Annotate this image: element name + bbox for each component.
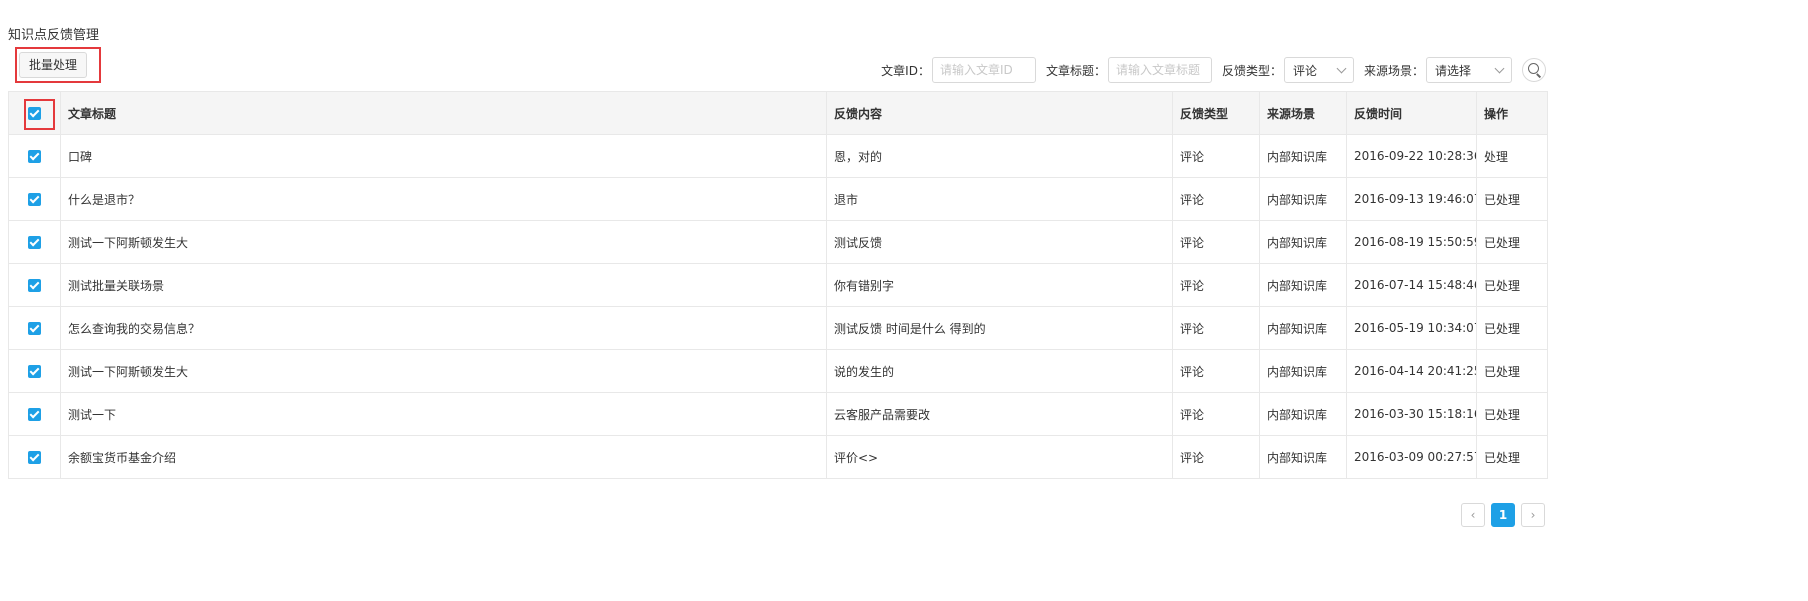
source-scene-select[interactable]: 请选择 — [1426, 57, 1512, 83]
column-header-source: 来源场景 — [1259, 91, 1347, 135]
feedback-time: 2016-05-19 10:34:07 — [1346, 306, 1477, 350]
prev-page-button[interactable]: ‹ — [1461, 503, 1485, 527]
feedback-content: 恩，对的 — [826, 134, 1173, 178]
table-row: 测试一下阿斯顿发生大 说的发生的 评论 内部知识库 2016-04-14 20:… — [8, 349, 1548, 393]
table-row: 怎么查询我的交易信息？ 测试反馈 时间是什么 得到的 评论 内部知识库 2016… — [8, 306, 1548, 350]
article-title-link[interactable]: 什么是退市？ — [60, 177, 827, 221]
action-status: 已处理 — [1476, 349, 1548, 393]
article-id-label: 文章ID： — [881, 63, 930, 78]
table-row: 余额宝货币基金介绍 评价<> 评论 内部知识库 2016-03-09 00:27… — [8, 435, 1548, 479]
column-header-time: 反馈时间 — [1346, 91, 1477, 135]
feedback-type-value: 评论 — [1292, 63, 1317, 78]
page-button-current[interactable]: 1 — [1491, 503, 1515, 527]
column-header-content: 反馈内容 — [826, 91, 1173, 135]
feedback-type: 评论 — [1172, 177, 1260, 221]
feedback-type-select[interactable]: 评论 — [1283, 57, 1354, 83]
article-title-input[interactable] — [1107, 57, 1212, 83]
feedback-content: 你有错别字 — [826, 263, 1173, 307]
page-title: 知识点反馈管理 — [8, 28, 100, 43]
action-status: 已处理 — [1476, 220, 1548, 264]
table-row: 测试一下阿斯顿发生大 测试反馈 评论 内部知识库 2016-08-19 15:5… — [8, 220, 1548, 264]
row-checkbox[interactable] — [28, 408, 41, 421]
feedback-time: 2016-03-09 00:27:57 — [1346, 435, 1477, 479]
action-status: 已处理 — [1476, 435, 1548, 479]
batch-process-button[interactable]: 批量处理 — [19, 52, 87, 78]
article-title-link[interactable]: 测试一下 — [60, 392, 827, 436]
feedback-type: 评论 — [1172, 306, 1260, 350]
feedback-content: 测试反馈 — [826, 220, 1173, 264]
feedback-type: 评论 — [1172, 435, 1260, 479]
chevron-down-icon — [1336, 63, 1347, 73]
column-header-type: 反馈类型 — [1172, 91, 1260, 135]
row-checkbox[interactable] — [28, 150, 41, 163]
batch-button-highlight: 批量处理 — [15, 47, 101, 83]
source-scene: 内部知识库 — [1259, 134, 1347, 178]
action-status: 已处理 — [1476, 263, 1548, 307]
feedback-content: 云客服产品需要改 — [826, 392, 1173, 436]
feedback-type: 评论 — [1172, 349, 1260, 393]
source-scene: 内部知识库 — [1259, 435, 1347, 479]
feedback-time: 2016-07-14 15:48:46 — [1346, 263, 1477, 307]
feedback-type: 评论 — [1172, 134, 1260, 178]
header-checkbox-cell — [8, 91, 61, 135]
row-checkbox[interactable] — [28, 236, 41, 249]
action-status: 已处理 — [1476, 392, 1548, 436]
table-row: 什么是退市？ 退市 评论 内部知识库 2016-09-13 19:46:07 已… — [8, 177, 1548, 221]
source-scene: 内部知识库 — [1259, 263, 1347, 307]
row-checkbox[interactable] — [28, 193, 41, 206]
process-link[interactable]: 处理 — [1476, 134, 1548, 178]
article-title-label: 文章标题： — [1045, 63, 1106, 78]
column-header-title: 文章标题 — [60, 91, 827, 135]
feedback-time: 2016-09-13 19:46:07 — [1346, 177, 1477, 221]
feedback-content: 测试反馈 时间是什么 得到的 — [826, 306, 1173, 350]
select-all-highlight — [24, 99, 55, 130]
search-button[interactable] — [1522, 58, 1546, 82]
next-page-button[interactable]: › — [1521, 503, 1545, 527]
article-title-link[interactable]: 测试一下阿斯顿发生大 — [60, 349, 827, 393]
pagination: ‹ 1 › — [1461, 503, 1545, 527]
feedback-type: 评论 — [1172, 392, 1260, 436]
feedback-time: 2016-03-30 15:18:16 — [1346, 392, 1477, 436]
source-scene: 内部知识库 — [1259, 349, 1347, 393]
feedback-content: 评价<> — [826, 435, 1173, 479]
action-status: 已处理 — [1476, 306, 1548, 350]
table-row: 测试批量关联场景 你有错别字 评论 内部知识库 2016-07-14 15:48… — [8, 263, 1548, 307]
article-title-link[interactable]: 余额宝货币基金介绍 — [60, 435, 827, 479]
article-title-link[interactable]: 测试一下阿斯顿发生大 — [60, 220, 827, 264]
article-title-link[interactable]: 测试批量关联场景 — [60, 263, 827, 307]
column-header-action: 操作 — [1476, 91, 1548, 135]
feedback-time: 2016-08-19 15:50:59 — [1346, 220, 1477, 264]
feedback-time: 2016-09-22 10:28:36 — [1346, 134, 1477, 178]
row-checkbox[interactable] — [28, 451, 41, 464]
table-row: 测试一下 云客服产品需要改 评论 内部知识库 2016-03-30 15:18:… — [8, 392, 1548, 436]
source-scene: 内部知识库 — [1259, 220, 1347, 264]
feedback-content: 说的发生的 — [826, 349, 1173, 393]
row-checkbox[interactable] — [28, 322, 41, 335]
article-title-link[interactable]: 怎么查询我的交易信息？ — [60, 306, 827, 350]
feedback-content: 退市 — [826, 177, 1173, 221]
feedback-type-label: 反馈类型： — [1221, 63, 1282, 78]
row-checkbox[interactable] — [28, 279, 41, 292]
feedback-type: 评论 — [1172, 263, 1260, 307]
source-scene-value: 请选择 — [1435, 63, 1472, 78]
table-header-row: 文章标题 反馈内容 反馈类型 来源场景 反馈时间 操作 — [8, 91, 1548, 135]
source-scene: 内部知识库 — [1259, 392, 1347, 436]
source-scene-label: 来源场景： — [1363, 63, 1424, 78]
table-row: 口碑 恩，对的 评论 内部知识库 2016-09-22 10:28:36 处理 — [8, 134, 1548, 178]
feedback-type: 评论 — [1172, 220, 1260, 264]
feedback-table: 文章标题 反馈内容 反馈类型 来源场景 反馈时间 操作 口碑 恩，对的 评论 内… — [8, 91, 1548, 479]
filter-bar: 文章ID： 文章标题： 反馈类型： 评论 来源场景： 请选择 — [871, 57, 1546, 83]
article-title-link[interactable]: 口碑 — [60, 134, 827, 178]
chevron-down-icon — [1494, 63, 1505, 73]
row-checkbox[interactable] — [28, 365, 41, 378]
article-id-input[interactable] — [931, 57, 1036, 83]
source-scene: 内部知识库 — [1259, 177, 1347, 221]
feedback-time: 2016-04-14 20:41:25 — [1346, 349, 1477, 393]
source-scene: 内部知识库 — [1259, 306, 1347, 350]
action-status: 已处理 — [1476, 177, 1548, 221]
